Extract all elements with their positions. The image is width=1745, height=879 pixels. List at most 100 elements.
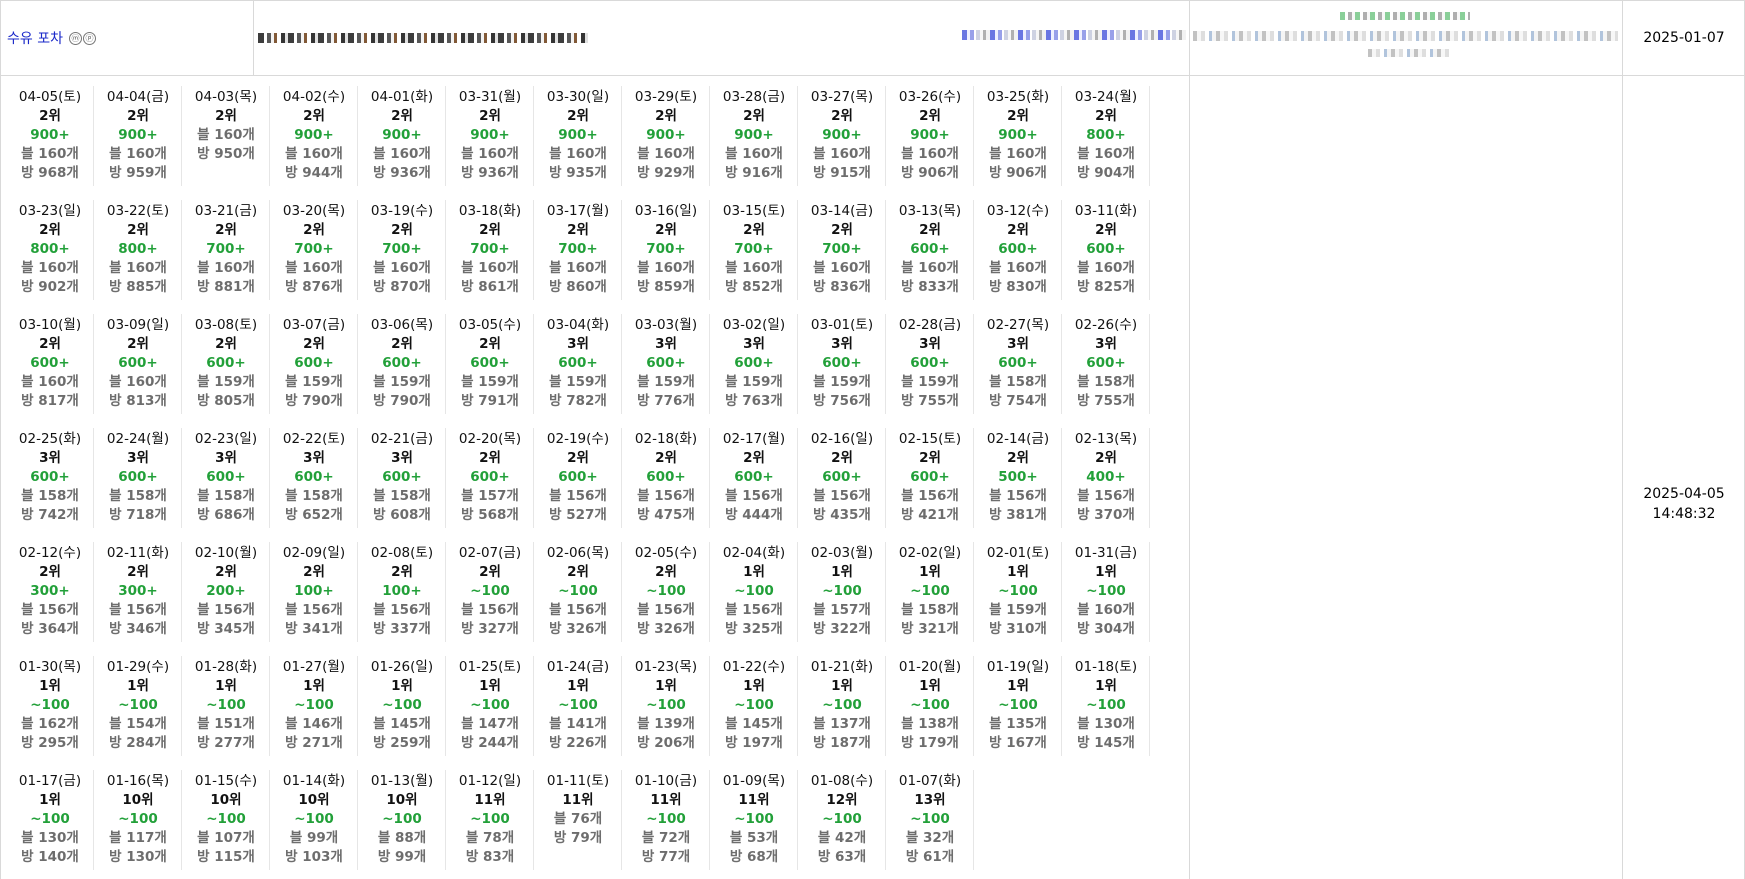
store-name-link[interactable]: 수유 포차 (7, 28, 63, 48)
day-cell: 01-21(화) 1위 ~100 블 137개 방 187개 (798, 650, 886, 764)
day-bang-count: 방 776개 (637, 393, 695, 409)
day-date: 02-03(월) (810, 545, 874, 561)
day-blog-count: 블 159개 (989, 602, 1047, 618)
day-visits: 600+ (822, 355, 862, 371)
day-blog-count: 블 156개 (109, 602, 167, 618)
day-blog-count: 블 72개 (641, 830, 691, 846)
day-rank: 2위 (127, 564, 149, 580)
day-cell: 02-06(목) 2위 ~100 블 156개 방 326개 (534, 536, 622, 650)
day-rank: 1위 (1095, 564, 1117, 580)
day-visits: 600+ (382, 355, 422, 371)
day-bang-count: 방 830개 (989, 279, 1047, 295)
day-rank: 1위 (919, 678, 941, 694)
day-visits: 600+ (646, 469, 686, 485)
calendar-col-divider (1189, 0, 1190, 879)
table-border-top (0, 0, 1745, 1)
day-cell: 03-19(수) 2위 700+ 블 160개 방 870개 (358, 194, 446, 308)
day-cell: 03-25(화) 2위 900+ 블 160개 방 906개 (974, 80, 1062, 194)
day-bang-count: 방 870개 (373, 279, 431, 295)
day-rank: 11위 (650, 792, 682, 808)
day-blog-count: 블 160개 (197, 260, 255, 276)
day-cell: 02-26(수) 3위 600+ 블 158개 방 755개 (1062, 308, 1150, 422)
day-rank: 2위 (215, 222, 237, 238)
day-rank: 3위 (1007, 336, 1029, 352)
day-bang-count: 방 718개 (109, 507, 167, 523)
day-visits: 600+ (1086, 355, 1126, 371)
day-bang-count: 방 337개 (373, 621, 431, 637)
day-rank: 10위 (386, 792, 418, 808)
day-rank: 2위 (479, 450, 501, 466)
day-cell: 01-20(월) 1위 ~100 블 138개 방 179개 (886, 650, 974, 764)
day-cell: 03-22(토) 2위 800+ 블 160개 방 885개 (94, 194, 182, 308)
day-cell: 02-21(금) 3위 600+ 블 158개 방 608개 (358, 422, 446, 536)
day-bang-count: 방 284개 (109, 735, 167, 751)
day-date: 03-15(토) (722, 203, 786, 219)
day-blog-count: 블 151개 (197, 716, 255, 732)
day-blog-count: 블 88개 (377, 830, 427, 846)
day-visits: 600+ (470, 355, 510, 371)
day-visits: 700+ (822, 241, 862, 257)
day-date: 03-13(목) (898, 203, 962, 219)
day-bang-count: 방 140개 (21, 849, 79, 865)
day-date: 01-19(일) (986, 659, 1050, 675)
day-date: 02-15(토) (898, 431, 962, 447)
day-rank: 3위 (391, 450, 413, 466)
day-bang-count: 방 321개 (901, 621, 959, 637)
day-rank: 2위 (1007, 108, 1029, 124)
day-date: 03-16(일) (634, 203, 698, 219)
day-cell: 03-11(화) 2위 600+ 블 160개 방 825개 (1062, 194, 1150, 308)
day-bang-count: 방 68개 (729, 849, 779, 865)
day-blog-count: 블 130개 (1077, 716, 1135, 732)
day-blog-count: 블 156개 (637, 602, 695, 618)
day-date: 03-12(수) (986, 203, 1050, 219)
day-blog-count: 블 159개 (549, 374, 607, 390)
day-visits: ~100 (558, 583, 598, 599)
header-row-divider (0, 75, 1745, 76)
m-badge-icon[interactable]: ⓜ (68, 31, 82, 45)
day-rank: 2위 (831, 108, 853, 124)
day-date: 01-28(화) (194, 659, 258, 675)
day-bang-count: 방 825개 (1077, 279, 1135, 295)
day-rank: 2위 (391, 564, 413, 580)
day-rank: 2위 (303, 564, 325, 580)
day-cell: 01-24(금) 1위 ~100 블 141개 방 226개 (534, 650, 622, 764)
day-bang-count: 방 475개 (637, 507, 695, 523)
day-date: 02-12(수) (18, 545, 82, 561)
day-visits: 300+ (30, 583, 70, 599)
day-visits: 900+ (558, 127, 598, 143)
day-bang-count: 방 742개 (21, 507, 79, 523)
day-date: 01-25(토) (458, 659, 522, 675)
day-visits: ~100 (470, 811, 510, 827)
day-blog-count: 블 157개 (461, 488, 519, 504)
day-cell: 01-17(금) 1위 ~100 블 130개 방 140개 (6, 764, 94, 878)
day-blog-count: 블 160개 (813, 146, 871, 162)
day-rank: 3위 (39, 450, 61, 466)
day-bang-count: 방 295개 (21, 735, 79, 751)
day-date: 03-18(화) (458, 203, 522, 219)
day-date: 01-17(금) (18, 773, 82, 789)
day-blog-count: 블 160개 (989, 260, 1047, 276)
day-rank: 10위 (298, 792, 330, 808)
day-rank: 1위 (1007, 678, 1029, 694)
day-cell: 03-17(월) 2위 700+ 블 160개 방 860개 (534, 194, 622, 308)
day-bang-count: 방 259개 (373, 735, 431, 751)
day-bang-count: 방 103개 (285, 849, 343, 865)
day-blog-count: 블 154개 (109, 716, 167, 732)
p-badge-icon[interactable]: ⓟ (82, 31, 96, 45)
day-date: 01-13(월) (370, 773, 434, 789)
day-blog-count: 블 159개 (901, 374, 959, 390)
day-rank: 1위 (479, 678, 501, 694)
day-cell: 03-30(일) 2위 900+ 블 160개 방 935개 (534, 80, 622, 194)
day-visits: ~100 (294, 697, 334, 713)
day-bang-count: 방 755개 (901, 393, 959, 409)
day-cell: 02-23(일) 3위 600+ 블 158개 방 686개 (182, 422, 270, 536)
day-rank: 2위 (567, 564, 589, 580)
day-rank: 2위 (567, 108, 589, 124)
day-bang-count: 방 435개 (813, 507, 871, 523)
day-blog-count: 블 159개 (813, 374, 871, 390)
checked-at-date: 2025-04-05 (1643, 486, 1725, 502)
day-visits: ~100 (382, 811, 422, 827)
day-date: 03-31(월) (458, 89, 522, 105)
day-blog-count: 블 160개 (1077, 146, 1135, 162)
day-blog-count: 블 156개 (989, 488, 1047, 504)
